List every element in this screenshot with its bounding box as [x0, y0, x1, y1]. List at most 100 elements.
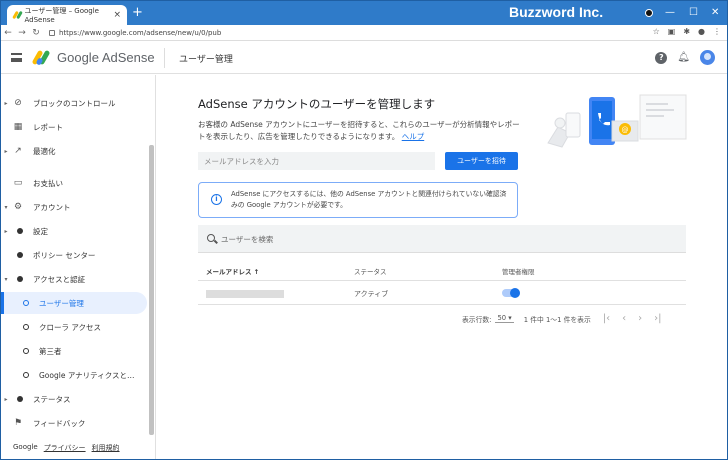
payment-icon: ▭: [13, 178, 23, 188]
terms-link[interactable]: 利用規約: [92, 443, 120, 453]
profile-icon[interactable]: ●: [698, 27, 705, 36]
sidebar-scrollbar[interactable]: [149, 145, 154, 435]
gear-icon: ⚙: [13, 202, 23, 212]
sidebar-item-label: ステータス: [33, 394, 71, 404]
trending-icon: ↗: [14, 146, 22, 156]
rows-per-page-label: 表示行数:: [462, 315, 492, 324]
help-link[interactable]: ヘルプ: [402, 132, 425, 141]
sidebar-item-google-analytics[interactable]: Google アナリティクスと…: [1, 364, 147, 386]
info-text: AdSense にアクセスするには、他の AdSense アカウントと関連付けら…: [231, 190, 507, 209]
bookmark-star-icon[interactable]: ☆: [653, 27, 660, 36]
ring-bullet-icon: [23, 348, 29, 354]
header-divider: [164, 48, 165, 68]
tab-close-icon[interactable]: ×: [113, 10, 121, 20]
sidebar-item-policy-center[interactable]: ポリシー センター: [1, 244, 147, 266]
record-icon: [645, 9, 653, 17]
collapse-arrow-icon: ▾: [4, 203, 8, 211]
puzzle-icon[interactable]: ✱: [683, 27, 690, 36]
url-field[interactable]: https://www.google.com/adsense/new/u/0/p…: [59, 29, 221, 37]
sidebar-item-optimization[interactable]: ▸ ↗ 最適化: [1, 140, 147, 162]
invite-user-button[interactable]: ユーザーを招待: [445, 152, 518, 170]
email-input[interactable]: メールアドレスを入力: [198, 152, 435, 170]
brand-overlay: Buzzword Inc.: [509, 4, 604, 20]
first-page-icon[interactable]: |‹: [603, 313, 610, 324]
browser-tab[interactable]: ユーザー管理 – Google AdSense ×: [7, 5, 127, 25]
info-notice: i AdSense にアクセスするには、他の AdSense アカウントと関連付…: [198, 182, 518, 218]
sidebar-footer: Google プライバシー 利用規約: [13, 443, 120, 453]
sidebar-item-feedback[interactable]: ⚑ フィードバック: [1, 412, 147, 434]
bell-icon[interactable]: 🔔︎: [677, 52, 690, 63]
footer-brand: Google: [13, 443, 38, 451]
back-icon[interactable]: ←: [1, 28, 15, 38]
expand-arrow-icon: ▸: [4, 147, 8, 155]
table-header: メールアドレス ↑ ステータス 管理者権限: [198, 259, 686, 281]
sidebar-item-settings[interactable]: ▸ 設定: [1, 220, 147, 242]
sidebar-item-user-management[interactable]: ユーザー管理: [1, 292, 147, 314]
report-icon: ▦: [13, 122, 23, 132]
maximize-button[interactable]: ☐: [689, 7, 698, 18]
page-range: 1 件中 1〜1 件を表示: [523, 315, 591, 324]
help-icon[interactable]: ?: [655, 51, 668, 64]
main-content: AdSense アカウントのユーザーを管理します お客様の AdSense アカ…: [157, 75, 727, 459]
product-name: Google AdSense: [57, 50, 155, 65]
search-icon: [207, 234, 215, 242]
expand-arrow-icon: ▸: [4, 99, 8, 107]
ring-bullet-icon: [23, 324, 29, 330]
sidebar-item-label: ポリシー センター: [33, 250, 96, 260]
sidebar: ▸ ⊘ ブロックのコントロール ▦ レポート ▸ ↗ 最適化 ▭ お支払い ▾ …: [1, 75, 156, 459]
table-row[interactable]: アクティブ: [198, 281, 686, 305]
bullet-icon: [17, 228, 23, 234]
sidebar-item-account[interactable]: ▾ ⚙ アカウント: [1, 196, 147, 218]
minimize-button[interactable]: —: [665, 7, 675, 18]
ring-bullet-icon: [23, 300, 29, 306]
sidebar-item-label: クローラ アクセス: [39, 322, 102, 332]
sidebar-item-label: ブロックのコントロール: [33, 98, 116, 108]
address-bar: ← → ↻ https://www.google.com/adsense/new…: [1, 25, 727, 41]
sidebar-item-label: フィードバック: [33, 418, 86, 428]
sidebar-item-reports[interactable]: ▦ レポート: [1, 116, 147, 138]
adsense-favicon-icon: [12, 10, 23, 20]
header-actions: ? 🔔︎: [655, 50, 715, 65]
new-tab-button[interactable]: +: [132, 6, 143, 20]
prev-page-icon[interactable]: ‹: [622, 313, 626, 324]
menu-dots-icon[interactable]: ⋮: [713, 27, 721, 36]
sidebar-item-crawler-access[interactable]: クローラ アクセス: [1, 316, 147, 338]
page-heading: AdSense アカウントのユーザーを管理します: [198, 97, 436, 111]
hamburger-menu-icon[interactable]: [11, 53, 22, 62]
sidebar-item-label: アカウント: [33, 202, 71, 212]
feedback-icon: ⚑: [13, 418, 23, 428]
extension-icon[interactable]: ▣: [668, 27, 676, 36]
privacy-link[interactable]: プライバシー: [44, 443, 86, 453]
sidebar-item-block-controls[interactable]: ▸ ⊘ ブロックのコントロール: [1, 92, 147, 114]
collapse-arrow-icon: ▾: [4, 275, 8, 283]
svg-text:@: @: [622, 126, 629, 134]
avatar[interactable]: [700, 50, 715, 65]
sidebar-item-label: Google アナリティクスと…: [39, 370, 135, 380]
sidebar-item-third-parties[interactable]: 第三者: [1, 340, 147, 362]
forward-icon[interactable]: →: [15, 28, 29, 38]
sidebar-item-label: 設定: [33, 226, 48, 236]
browser-window: ユーザー管理 – Google AdSense × + Buzzword Inc…: [0, 0, 728, 460]
reload-icon[interactable]: ↻: [29, 28, 43, 38]
close-window-button[interactable]: ✕: [711, 7, 719, 18]
page-description: お客様の AdSense アカウントにユーザーを招待すると、これらのユーザーが分…: [198, 119, 523, 143]
expand-arrow-icon: ▸: [4, 227, 8, 235]
user-search-bar[interactable]: ユーザーを検索: [198, 225, 686, 253]
sidebar-item-payments[interactable]: ▭ お支払い: [1, 172, 147, 194]
ring-bullet-icon: [23, 372, 29, 378]
sidebar-item-access-auth[interactable]: ▾ アクセスと認証: [1, 268, 147, 290]
bullet-icon: [17, 252, 23, 258]
column-admin: 管理者権限: [502, 268, 535, 276]
admin-toggle[interactable]: [502, 288, 520, 298]
column-status: ステータス: [354, 268, 387, 276]
next-page-icon[interactable]: ›: [638, 313, 642, 324]
rows-per-page-select[interactable]: 50 ▾: [495, 314, 514, 323]
sidebar-item-label: レポート: [33, 122, 63, 132]
sidebar-item-status[interactable]: ▸ ステータス: [1, 388, 147, 410]
rows-per-page-value: 50: [497, 314, 507, 322]
last-page-icon[interactable]: ›|: [654, 313, 661, 324]
column-email[interactable]: メールアドレス ↑: [206, 266, 259, 276]
bullet-icon: [17, 396, 23, 402]
search-input[interactable]: ユーザーを検索: [221, 234, 273, 245]
adsense-logo-icon: [31, 49, 51, 66]
